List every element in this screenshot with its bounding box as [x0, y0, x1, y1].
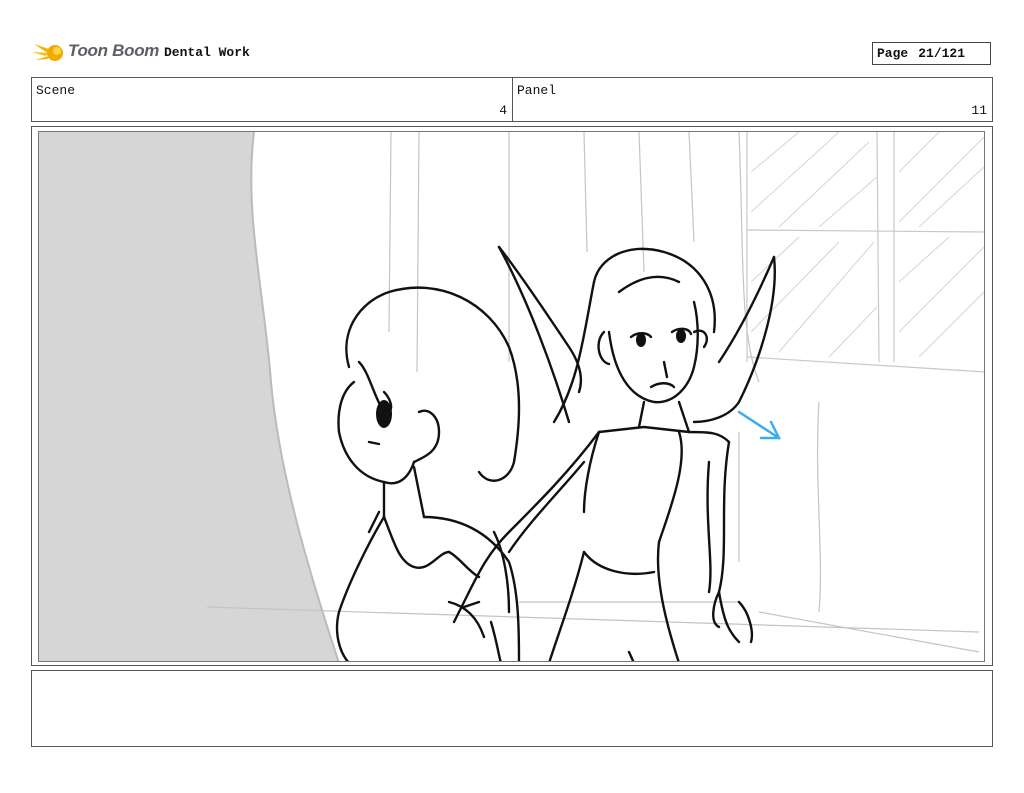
storyboard-sketch-icon [39, 132, 984, 661]
scene-label: Scene [36, 83, 76, 98]
panel-number: 11 [971, 103, 987, 118]
panel-notes-box [31, 670, 993, 747]
page-number: 21/121 [918, 46, 966, 61]
page-label: Page [877, 46, 909, 61]
panel-label: Panel [517, 83, 557, 98]
storyboard-panel-image [38, 131, 985, 662]
scene-panel-row: Scene 4 Panel 11 [31, 77, 993, 122]
toon-boom-logo-icon [32, 44, 63, 61]
scene-cell: Scene 4 [32, 78, 513, 121]
project-title: Dental Work [164, 45, 250, 60]
panel-cell: Panel 11 [513, 78, 992, 121]
scene-number: 4 [499, 103, 507, 118]
toon-boom-logo: Toon Boom [32, 38, 162, 68]
logo-wordmark: Toon Boom [68, 41, 160, 60]
page-indicator: Page 21/121 [872, 42, 991, 65]
